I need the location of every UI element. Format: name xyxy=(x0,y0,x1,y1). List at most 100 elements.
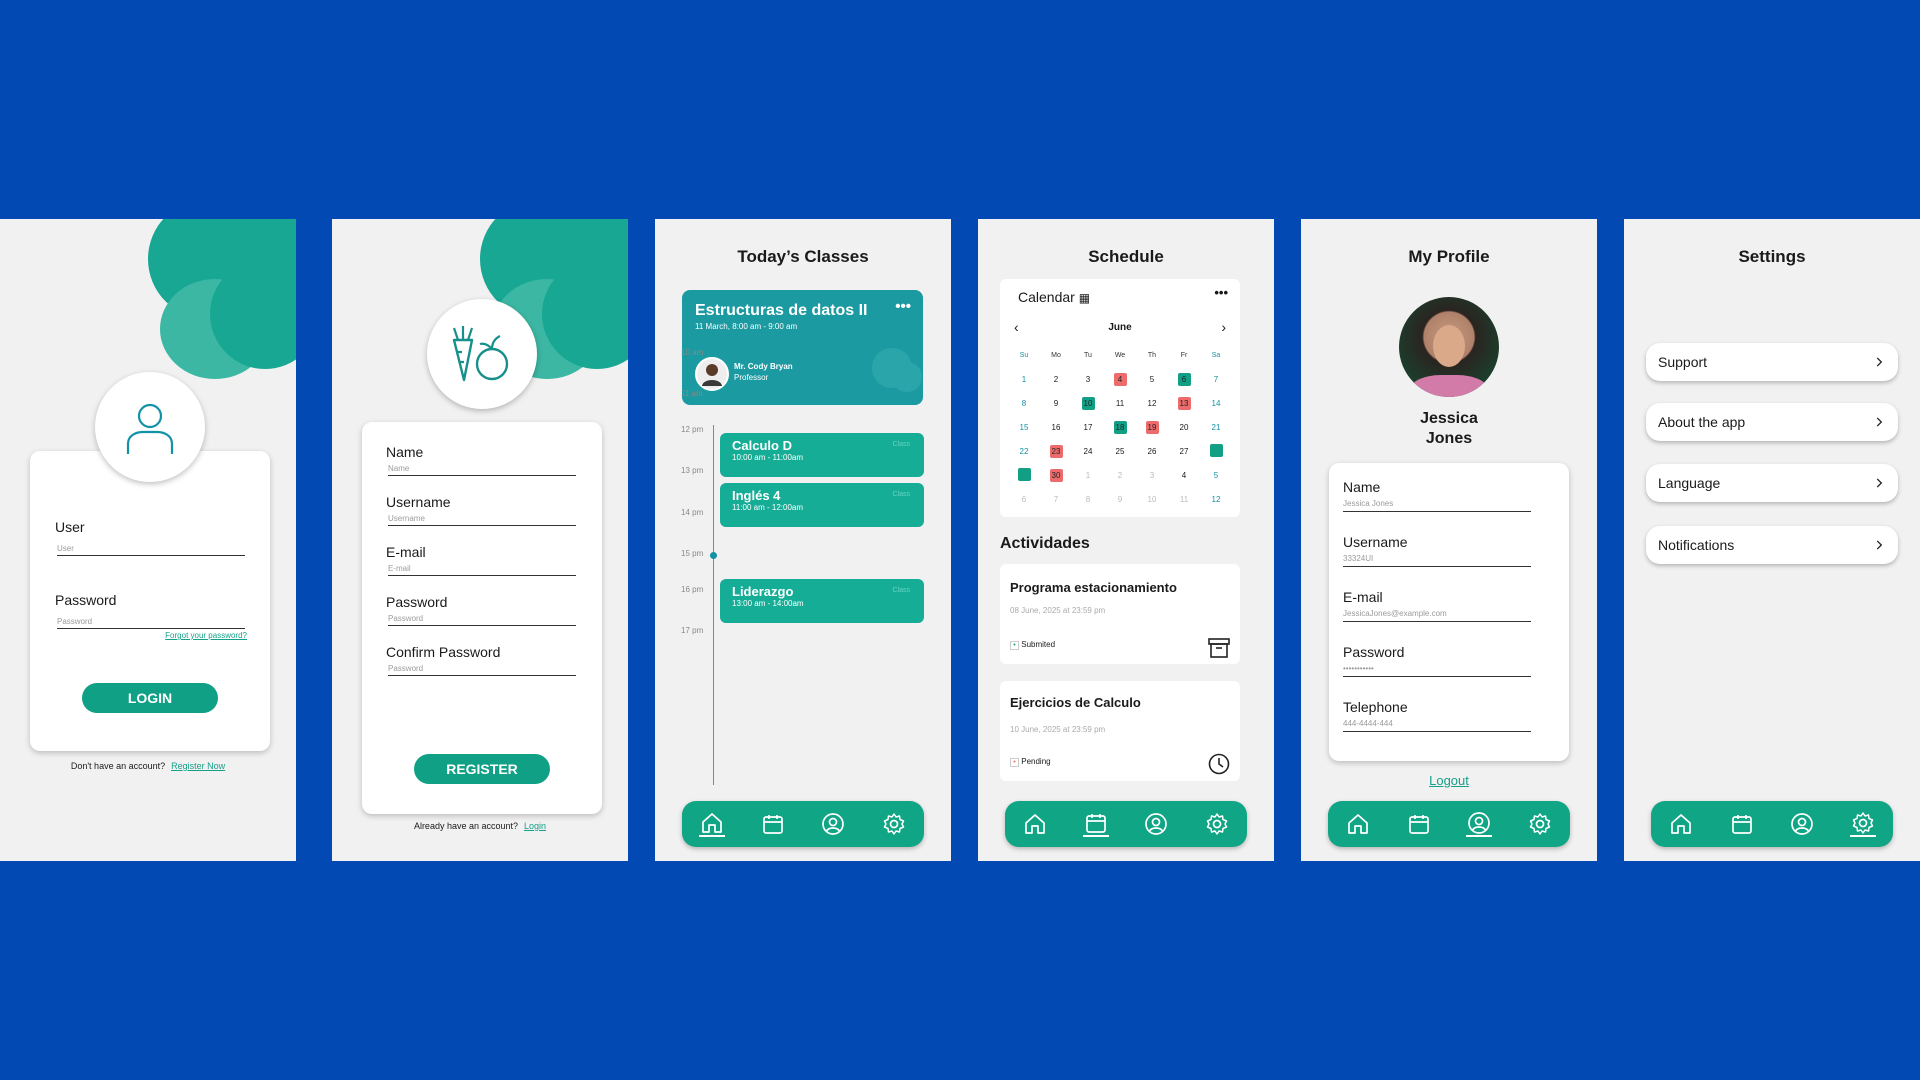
field-value[interactable]: ••••••••••• xyxy=(1343,664,1531,677)
calendar-day-cell[interactable]: 10 xyxy=(1136,487,1168,511)
login-link[interactable]: Login xyxy=(524,821,546,831)
calendar-day-cell[interactable]: 12 xyxy=(1200,487,1232,511)
calendar-day-cell[interactable]: 2 xyxy=(1040,367,1072,391)
settings-item[interactable]: Language xyxy=(1646,464,1898,502)
more-icon[interactable]: ••• xyxy=(895,298,911,315)
nav-home-icon[interactable] xyxy=(699,811,726,837)
nav-calendar-icon[interactable] xyxy=(760,811,786,837)
register-now-link[interactable]: Register Now xyxy=(171,761,225,771)
calendar-day-cell[interactable]: 8 xyxy=(1072,487,1104,511)
calendar-day-cell[interactable]: 18 xyxy=(1104,415,1136,439)
field-input[interactable]: Name xyxy=(388,464,576,476)
event-time: 10:00 am - 11:00am xyxy=(732,453,804,462)
nav-calendar-icon[interactable] xyxy=(1729,811,1755,837)
class-event-card[interactable]: Liderazgo 13:00 am - 14:00am Class xyxy=(720,579,924,623)
settings-item-label: Notifications xyxy=(1658,537,1735,553)
calendar-day-cell[interactable]: 20 xyxy=(1168,415,1200,439)
forgot-password-link[interactable]: Forgot your password? xyxy=(165,631,247,640)
class-event-card[interactable]: Inglés 4 11:00 am - 12:00am Class xyxy=(720,483,924,527)
more-icon[interactable]: ••• xyxy=(1214,285,1228,300)
calendar-day-cell[interactable]: 2 xyxy=(1104,463,1136,487)
calendar-day-cell[interactable]: 14 xyxy=(1200,391,1232,415)
time-label: 12 pm xyxy=(681,425,704,434)
field-input[interactable]: Password xyxy=(388,614,576,626)
calendar-day-cell[interactable]: 9 xyxy=(1040,391,1072,415)
calendar-day-cell[interactable]: 23 xyxy=(1040,439,1072,463)
calendar-day-cell[interactable]: 24 xyxy=(1072,439,1104,463)
calendar-day-cell[interactable]: 22 xyxy=(1008,439,1040,463)
calendar-day-cell[interactable]: 11 xyxy=(1104,391,1136,415)
register-button[interactable]: REGISTER xyxy=(414,754,550,784)
calendar-day-cell[interactable]: 11 xyxy=(1168,487,1200,511)
calendar-day-cell[interactable]: 6 xyxy=(1168,367,1200,391)
calendar-day-cell[interactable]: 27 xyxy=(1168,439,1200,463)
calendar-day: 26 xyxy=(1147,446,1157,456)
calendar-day-cell[interactable]: 6 xyxy=(1008,487,1040,511)
calendar-day-cell[interactable]: 7 xyxy=(1040,487,1072,511)
nav-profile-icon[interactable] xyxy=(1143,811,1169,837)
calendar-day-cell[interactable]: 4 xyxy=(1104,367,1136,391)
calendar-day-cell[interactable]: 16 xyxy=(1040,415,1072,439)
class-event-card[interactable]: Calculo D 10:00 am - 11:00am Class xyxy=(720,433,924,477)
nav-settings-icon[interactable] xyxy=(1527,811,1553,837)
field-value[interactable]: JessicaJones@example.com xyxy=(1343,609,1531,622)
calendar-day-cell[interactable] xyxy=(1008,463,1040,487)
calendar-day-cell[interactable]: 1 xyxy=(1072,463,1104,487)
next-month-icon[interactable]: › xyxy=(1221,319,1226,335)
calendar-day-cell[interactable]: 25 xyxy=(1104,439,1136,463)
nav-home-icon[interactable] xyxy=(1022,811,1048,837)
register-prompt-text: Don't have an account? xyxy=(70,761,166,771)
calendar-day-cell[interactable]: 17 xyxy=(1072,415,1104,439)
settings-item[interactable]: Support xyxy=(1646,343,1898,381)
nav-profile-icon[interactable] xyxy=(1789,811,1815,837)
field-label: Confirm Password xyxy=(386,644,501,660)
calendar-day-cell[interactable]: 8 xyxy=(1008,391,1040,415)
page-title: Settings xyxy=(1738,247,1806,266)
nav-home-icon[interactable] xyxy=(1345,811,1371,837)
calendar-day-cell[interactable]: 26 xyxy=(1136,439,1168,463)
field-input[interactable]: E-mail xyxy=(388,564,576,576)
calendar-day-cell[interactable]: 10 xyxy=(1072,391,1104,415)
field-value[interactable]: Jessica Jones xyxy=(1343,499,1531,512)
field-value[interactable]: 444-4444-444 xyxy=(1343,719,1531,732)
teacher-avatar xyxy=(695,357,729,391)
calendar-day-cell[interactable]: 3 xyxy=(1072,367,1104,391)
calendar-day-cell[interactable]: 12 xyxy=(1136,391,1168,415)
calendar-day-cell[interactable]: 7 xyxy=(1200,367,1232,391)
calendar-day-cell[interactable] xyxy=(1200,439,1232,463)
calendar-day-cell[interactable]: 15 xyxy=(1008,415,1040,439)
nav-settings-icon[interactable] xyxy=(1849,811,1876,837)
activity-card[interactable]: Ejercicios de Calculo 10 June, 2025 at 2… xyxy=(1000,681,1240,781)
nav-calendar-icon[interactable] xyxy=(1082,811,1109,837)
field-input[interactable]: Username xyxy=(388,514,576,526)
calendar-day-cell[interactable]: 5 xyxy=(1200,463,1232,487)
calendar-day-cell[interactable]: 30 xyxy=(1040,463,1072,487)
settings-item[interactable]: About the app xyxy=(1646,403,1898,441)
featured-class-card[interactable]: Estructuras de datos II ••• 11 March, 8:… xyxy=(682,290,923,405)
calendar-day-cell[interactable]: 21 xyxy=(1200,415,1232,439)
calendar-day-cell[interactable]: 5 xyxy=(1136,367,1168,391)
activity-card[interactable]: Programa estacionamiento 08 June, 2025 a… xyxy=(1000,564,1240,664)
logout-link[interactable]: Logout xyxy=(1301,773,1597,788)
field-input[interactable]: Password xyxy=(388,664,576,676)
calendar-day: 14 xyxy=(1211,398,1221,408)
calendar-day-cell[interactable]: 9 xyxy=(1104,487,1136,511)
password-input[interactable]: Password xyxy=(57,617,245,629)
login-button[interactable]: LOGIN xyxy=(82,683,218,713)
settings-item[interactable]: Notifications xyxy=(1646,526,1898,564)
calendar-day-cell[interactable]: 19 xyxy=(1136,415,1168,439)
nav-home-icon[interactable] xyxy=(1668,811,1694,837)
user-input[interactable]: User xyxy=(57,544,245,556)
nav-settings-icon[interactable] xyxy=(881,811,907,837)
nav-profile-icon[interactable] xyxy=(820,811,846,837)
calendar-day-cell[interactable]: 13 xyxy=(1168,391,1200,415)
carrot-apple-icon xyxy=(452,326,509,382)
calendar-day-cell[interactable]: 4 xyxy=(1168,463,1200,487)
nav-settings-icon[interactable] xyxy=(1204,811,1230,837)
nav-profile-icon[interactable] xyxy=(1466,811,1493,837)
calendar-day: 15 xyxy=(1019,422,1029,432)
nav-calendar-icon[interactable] xyxy=(1406,811,1432,837)
field-value[interactable]: 33324UI xyxy=(1343,554,1531,567)
calendar-day-cell[interactable]: 1 xyxy=(1008,367,1040,391)
calendar-day-cell[interactable]: 3 xyxy=(1136,463,1168,487)
